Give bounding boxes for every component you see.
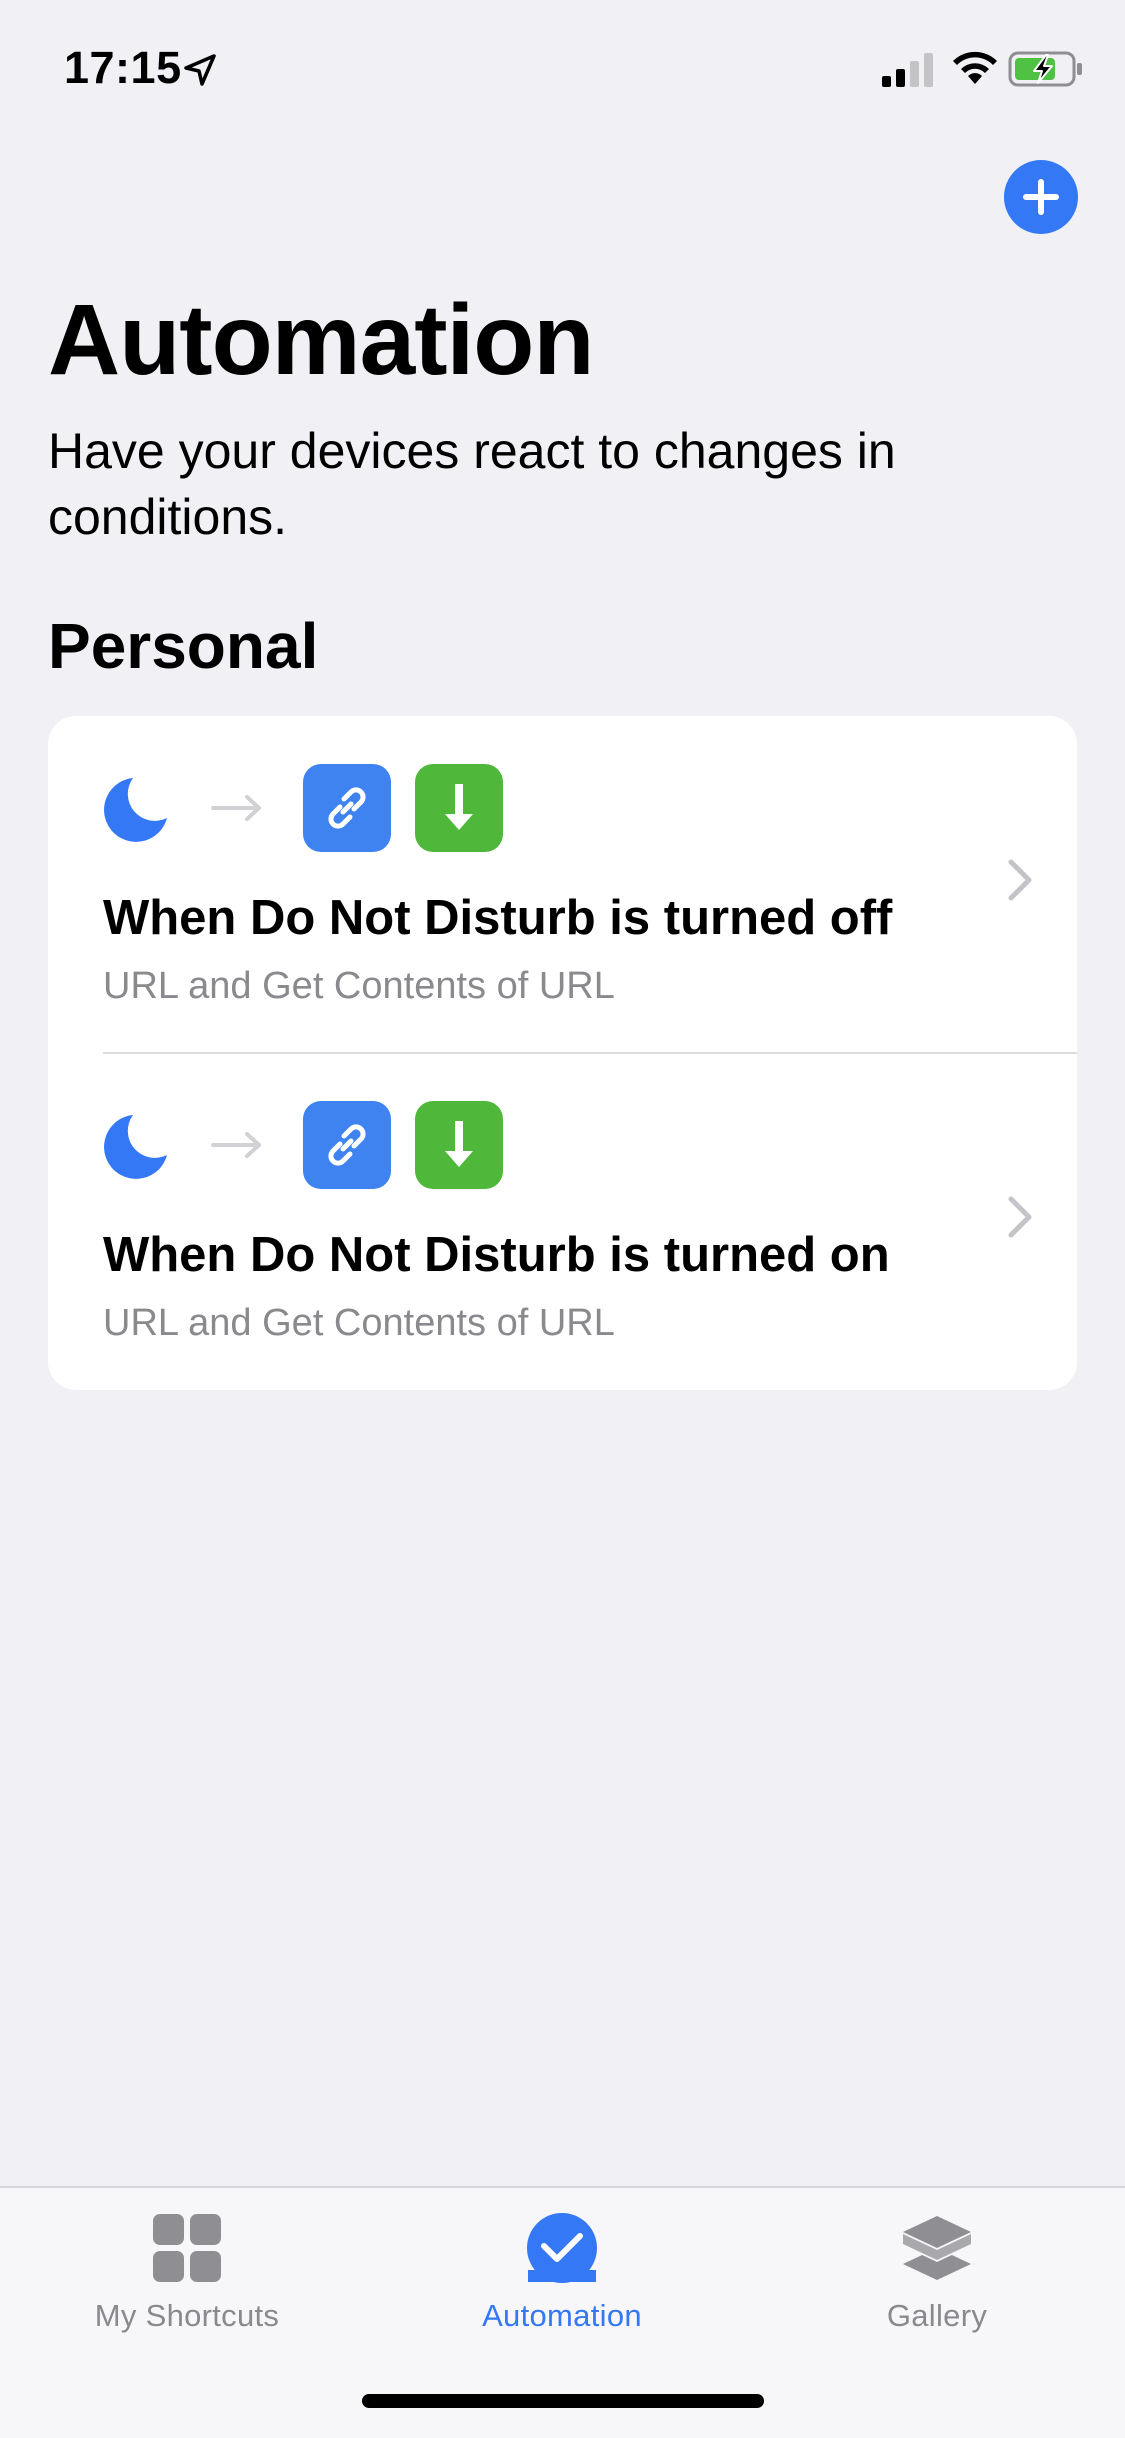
automation-title: When Do Not Disturb is turned off <box>103 891 893 945</box>
tab-gallery[interactable]: Gallery <box>787 2208 1087 2348</box>
automation-title: When Do Not Disturb is turned on <box>103 1228 890 1282</box>
automations-card: When Do Not Disturb is turned off URL an… <box>48 716 1077 1390</box>
grid-icon <box>153 2214 221 2282</box>
page-title: Automation <box>48 284 594 396</box>
cellular-signal-icon <box>882 53 933 87</box>
automation-row[interactable]: When Do Not Disturb is turned on URL and… <box>48 1053 1077 1390</box>
moon-icon <box>104 778 167 842</box>
link-icon <box>328 787 366 829</box>
get-contents-action-icon <box>415 1101 503 1189</box>
section-title-personal: Personal <box>48 610 319 682</box>
wifi-icon <box>953 51 997 84</box>
automation-subtitle: URL and Get Contents of URL <box>103 1302 615 1344</box>
add-automation-button[interactable] <box>1004 160 1078 234</box>
arrow-right-icon <box>211 1132 261 1158</box>
get-contents-action-icon <box>415 764 503 852</box>
download-arrow-icon <box>445 784 473 830</box>
tab-label: Gallery <box>886 2298 988 2333</box>
moon-icon <box>104 1115 167 1179</box>
tab-label: Automation <box>482 2298 642 2333</box>
tab-automation[interactable]: Automation <box>412 2208 712 2348</box>
url-action-icon <box>303 1101 391 1189</box>
battery-charging-icon <box>1008 51 1082 87</box>
automation-subtitle: URL and Get Contents of URL <box>103 965 615 1007</box>
automation-icons <box>103 1101 503 1189</box>
status-time: 17:15 <box>64 42 182 93</box>
download-arrow-icon <box>445 1121 473 1167</box>
checkmark-circle-icon <box>527 2213 597 2283</box>
automation-icons <box>103 764 503 852</box>
arrow-right-icon <box>211 795 261 821</box>
automation-row[interactable]: When Do Not Disturb is turned off URL an… <box>48 716 1077 1054</box>
home-indicator[interactable] <box>362 2394 764 2408</box>
layers-icon <box>903 2216 971 2280</box>
location-arrow-icon <box>184 54 216 86</box>
link-icon <box>328 1124 366 1166</box>
url-action-icon <box>303 764 391 852</box>
plus-icon <box>1023 179 1059 215</box>
chevron-right-icon <box>1008 859 1032 901</box>
chevron-right-icon <box>1008 1196 1032 1238</box>
tab-my-shortcuts[interactable]: My Shortcuts <box>37 2208 337 2348</box>
tab-label: My Shortcuts <box>94 2298 280 2333</box>
page-subtitle: Have your devices react to changes in co… <box>48 423 896 545</box>
